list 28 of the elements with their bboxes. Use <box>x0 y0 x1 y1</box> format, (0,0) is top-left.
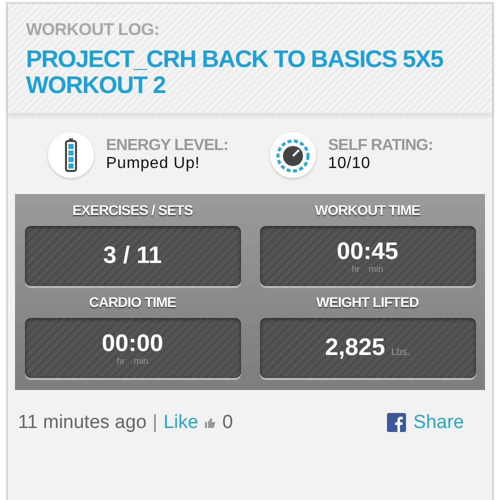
stat-value: 00:00 <box>102 330 164 358</box>
battery-icon <box>48 132 94 178</box>
dial-icon <box>270 132 316 178</box>
info-label: SELF RATING: <box>328 136 433 155</box>
unit-label: hr <box>116 356 125 366</box>
workout-title: PROJECT_CRH BACK TO BASICS 5X5 WORKOUT 2 <box>26 47 444 99</box>
share-link[interactable]: Share <box>413 412 464 434</box>
separator: | <box>152 412 158 434</box>
like-count: 0 <box>222 412 233 434</box>
info-label: ENERGY LEVEL: <box>106 136 228 155</box>
info-value: Pumped Up! <box>106 154 201 173</box>
section-label: WORKOUT LOG: <box>26 20 160 40</box>
unit-label: min <box>368 264 384 274</box>
stat-label: CARDIO TIME <box>88 294 176 310</box>
unit-label: Lbs. <box>391 346 410 358</box>
timestamp: 11 minutes ago <box>18 412 147 434</box>
stat-value: 2,825 <box>325 334 386 362</box>
stat-label: WEIGHT LIFTED <box>316 294 419 310</box>
info-value: 10/10 <box>328 154 372 173</box>
unit-label: min <box>134 356 148 366</box>
stat-value: 00:45 <box>336 238 398 266</box>
facebook-icon <box>387 413 406 432</box>
stat-label: WORKOUT TIME <box>314 202 420 218</box>
stat-label: EXERCISES / SETS <box>72 202 193 218</box>
thumbs-up-icon <box>204 416 216 429</box>
unit-label: hr <box>352 264 360 274</box>
like-link[interactable]: Like <box>163 412 198 434</box>
stat-value: 3 / 11 <box>103 242 162 270</box>
